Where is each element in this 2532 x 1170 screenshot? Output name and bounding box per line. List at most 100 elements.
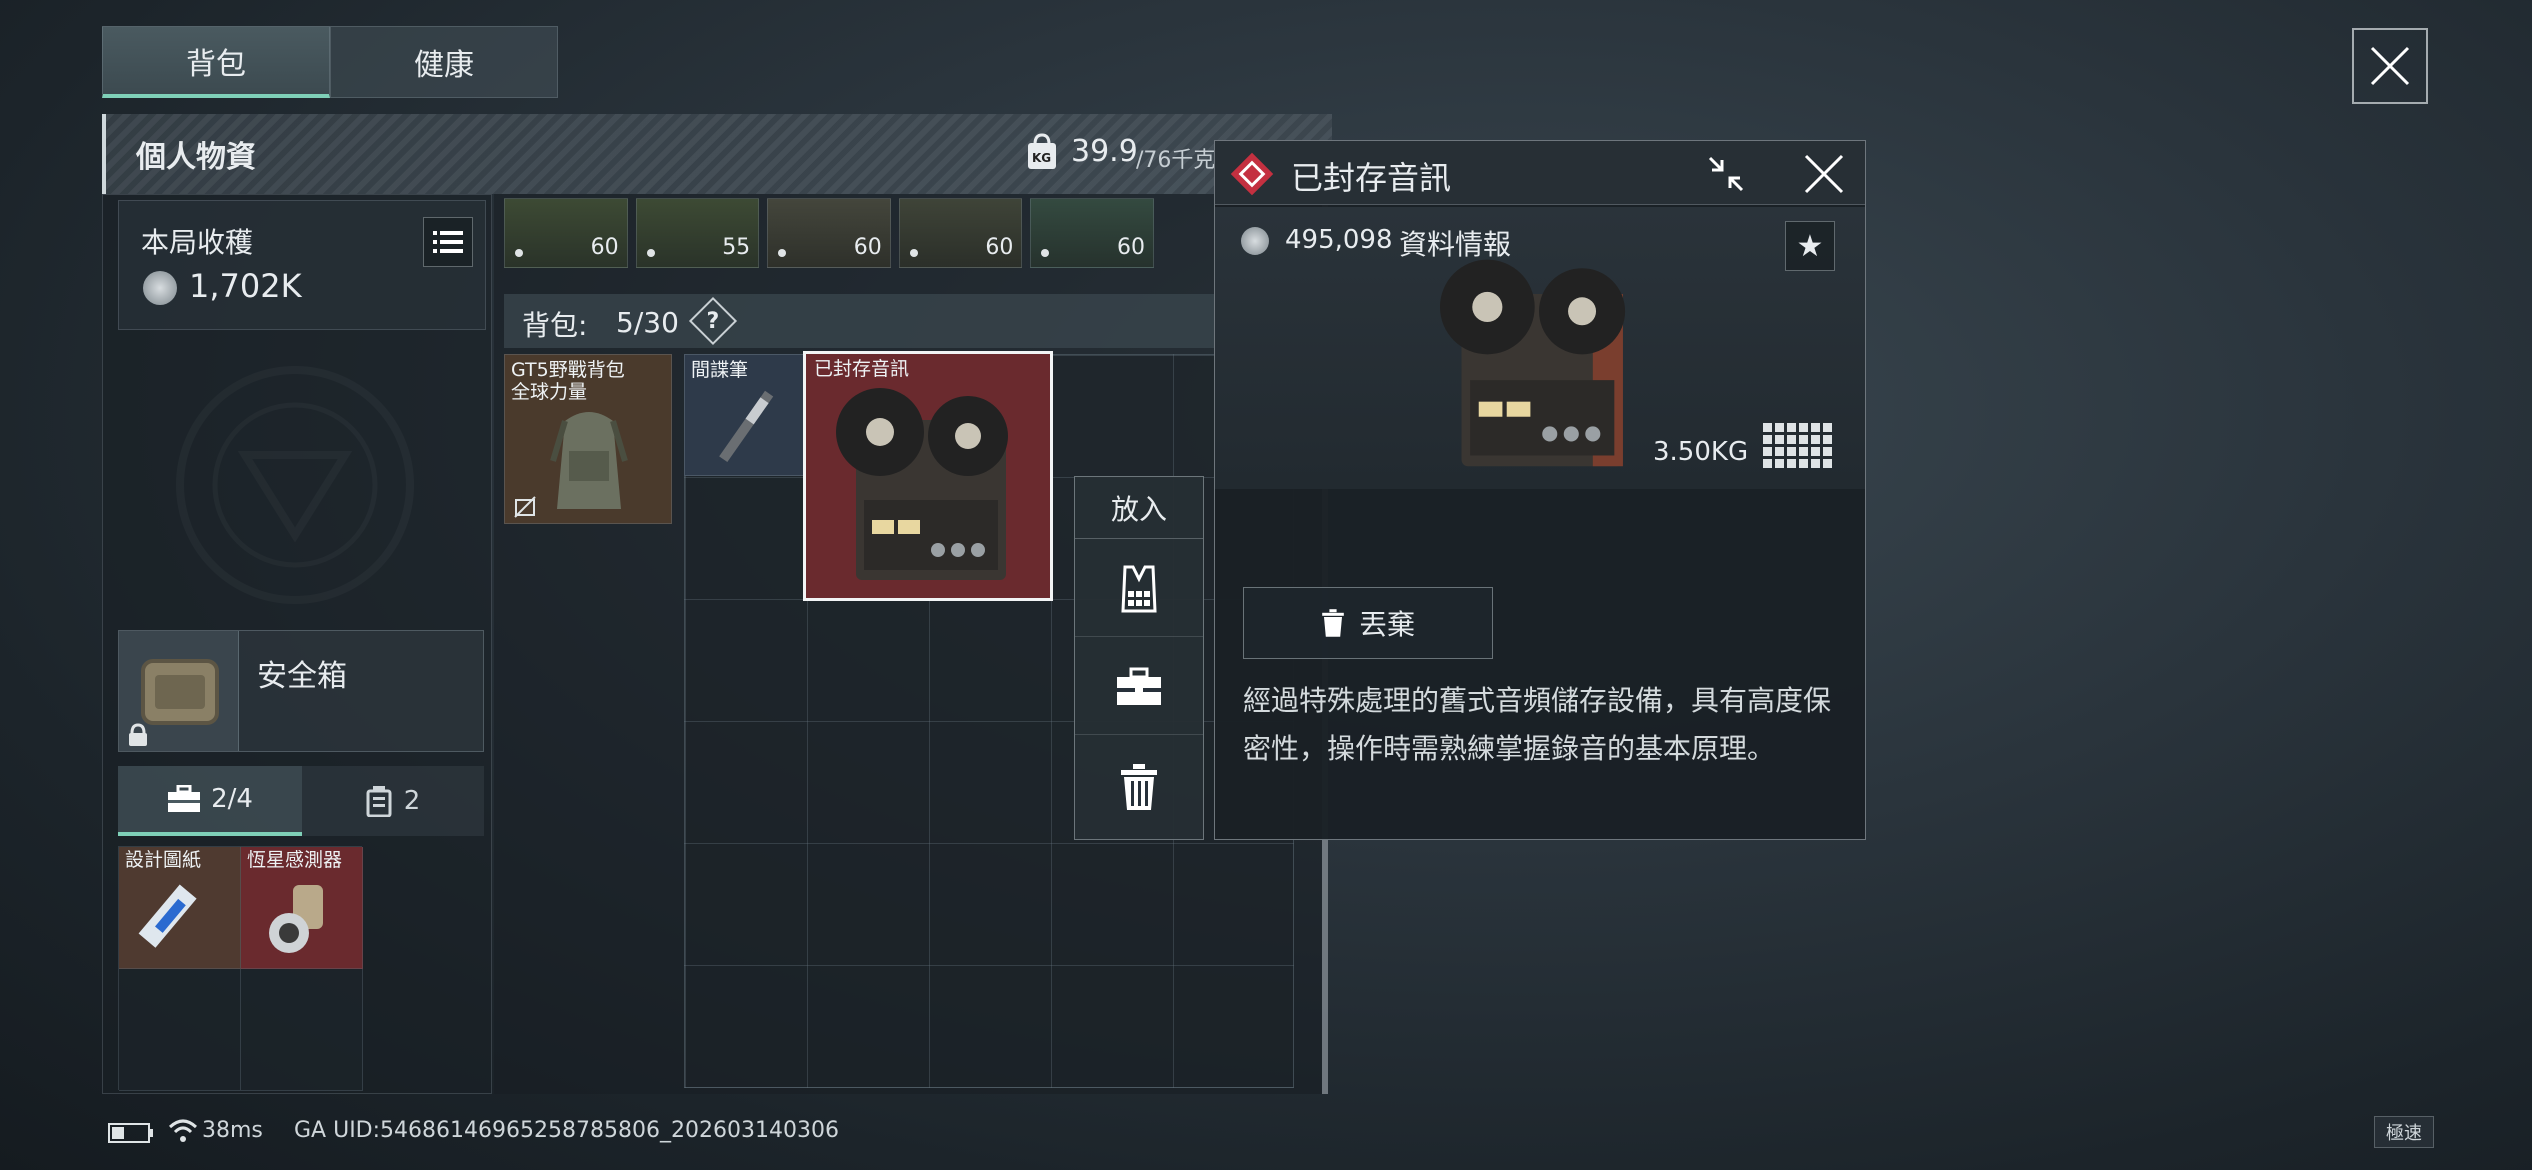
no-drop-icon — [514, 496, 536, 518]
size-grid-cell — [1763, 423, 1772, 432]
safebox-image — [119, 631, 239, 751]
size-grid-cell — [1823, 447, 1832, 456]
uid-text: GA UID:54686146965258785806_202603140306 — [294, 1118, 839, 1143]
dot-icon — [909, 249, 918, 257]
close-icon — [1804, 154, 1844, 194]
size-grid-cell — [1763, 435, 1772, 444]
size-grid-cell — [1787, 459, 1796, 468]
favorite-button[interactable]: ★ — [1785, 221, 1835, 271]
size-grid-cell — [1775, 459, 1784, 468]
close-button[interactable] — [2352, 28, 2428, 104]
help-icon: ? — [706, 308, 720, 334]
wifi-icon — [168, 1119, 198, 1142]
top-slot[interactable]: 55 — [635, 198, 760, 268]
size-grid-cell — [1763, 447, 1772, 456]
tab-backpack[interactable]: 背包 — [102, 26, 330, 98]
size-grid-cell — [1811, 447, 1820, 456]
put-in-menu: 放入 — [1074, 476, 1204, 840]
coin-icon — [1241, 227, 1269, 255]
size-grid-cell — [1799, 459, 1808, 468]
coin-icon — [143, 271, 177, 305]
star-icon: ★ — [1796, 228, 1824, 264]
size-grid-icon — [1763, 423, 1837, 473]
safebox-empty-slot[interactable] — [119, 969, 241, 1091]
backpack-capacity: 5/30 — [616, 306, 679, 339]
safebox-grid: 設計圖紙 恆星感測器 — [118, 846, 363, 1091]
top-slot-row: 60 55 60 60 60 — [504, 198, 1154, 268]
put-in-case-button[interactable] — [1075, 639, 1203, 735]
tab-health[interactable]: 健康 — [330, 26, 558, 98]
discard-button[interactable]: 丟棄 — [1243, 587, 1493, 659]
safebox-label: 安全箱 — [257, 659, 347, 694]
size-grid-cell — [1787, 435, 1796, 444]
trash-icon — [1322, 609, 1344, 637]
backpack-header: 背包: 5/30 ? — [504, 294, 1214, 348]
harvest-box: 本局收穫 1,702K — [118, 200, 486, 330]
detail-description: 經過特殊處理的舊式音頻儲存設備，具有高度保密性，操作時需熟練掌握錄音的基本原理。 — [1243, 684, 1832, 765]
trash-icon — [1121, 764, 1157, 810]
weight-icon: KG — [1026, 132, 1058, 170]
put-in-vest-button[interactable] — [1075, 541, 1203, 637]
detail-close-button[interactable] — [1797, 147, 1851, 201]
rarity-diamond-icon — [1230, 152, 1274, 196]
help-button[interactable]: ? — [688, 296, 738, 346]
harvest-value: 1,702K — [189, 267, 302, 305]
size-grid-cell — [1799, 447, 1808, 456]
collapse-button[interactable] — [1699, 147, 1753, 201]
size-grid-cell — [1775, 423, 1784, 432]
detail-header: 已封存音訊 — [1215, 141, 1865, 205]
briefcase-icon — [168, 785, 201, 812]
detail-title: 已封存音訊 — [1291, 159, 1452, 197]
size-grid-cell — [1811, 459, 1820, 468]
reel-recorder-image — [836, 388, 1008, 580]
list-button[interactable] — [423, 217, 473, 267]
ping: 38ms — [202, 1118, 263, 1143]
detail-panel: 已封存音訊 495,098 資料情報 ★ 3.50KG 丟棄 經過特殊處理的舊式… — [1214, 140, 1866, 840]
size-grid-cell — [1763, 459, 1772, 468]
size-grid-cell — [1823, 435, 1832, 444]
dot-icon — [646, 249, 655, 257]
safebox-empty-slot[interactable] — [241, 969, 363, 1091]
size-grid-cell — [1775, 435, 1784, 444]
speed-badge[interactable]: 極速 — [2374, 1116, 2434, 1148]
backpack-label: 背包: — [522, 309, 588, 342]
personal-supplies-title: 個人物資 — [136, 140, 256, 175]
collapse-icon — [1708, 156, 1744, 192]
dot-icon — [515, 249, 523, 257]
size-grid-cell — [1787, 447, 1796, 456]
briefcase-icon — [1117, 667, 1161, 705]
size-grid-cell — [1823, 459, 1832, 468]
item-tactical-backpack[interactable]: GT5野戰背包 全球力量 — [504, 354, 672, 524]
put-in-title: 放入 — [1075, 477, 1203, 539]
size-grid-cell — [1775, 447, 1784, 456]
container-icon — [366, 786, 392, 817]
top-slot[interactable]: 60 — [898, 198, 1023, 268]
size-grid-cell — [1799, 435, 1808, 444]
detail-weight: 3.50KG — [1653, 437, 1749, 467]
dot-icon — [1041, 249, 1050, 257]
safebox-item-sensor[interactable]: 恆星感測器 — [241, 847, 363, 969]
top-slot[interactable]: 60 — [504, 198, 628, 268]
top-slot[interactable]: 60 — [767, 198, 891, 268]
size-grid-cell — [1811, 423, 1820, 432]
harvest-title: 本局收穫 — [141, 226, 254, 259]
item-sealed-audio[interactable]: 已封存音訊 — [803, 351, 1053, 601]
item-spy-pen[interactable]: 間諜筆 — [684, 354, 806, 476]
subtab-case[interactable]: 2/4 — [118, 766, 302, 836]
reel-recorder-image — [1439, 259, 1626, 467]
put-in-discard-button[interactable] — [1075, 737, 1203, 837]
subtab-container[interactable]: 2 — [302, 766, 484, 836]
size-grid-cell — [1823, 423, 1832, 432]
size-grid-cell — [1811, 435, 1820, 444]
battery-icon — [108, 1123, 153, 1143]
top-slot[interactable]: 60 — [1030, 198, 1154, 268]
safebox-slot[interactable]: 安全箱 — [118, 630, 484, 752]
list-icon — [433, 231, 463, 253]
safebox-item-blueprint[interactable]: 設計圖紙 — [119, 847, 241, 969]
dot-icon — [778, 249, 787, 257]
close-icon — [2370, 46, 2410, 86]
size-grid-cell — [1787, 423, 1796, 432]
lock-icon — [129, 723, 147, 746]
size-grid-cell — [1799, 423, 1808, 432]
detail-value: 495,098 — [1285, 225, 1393, 255]
